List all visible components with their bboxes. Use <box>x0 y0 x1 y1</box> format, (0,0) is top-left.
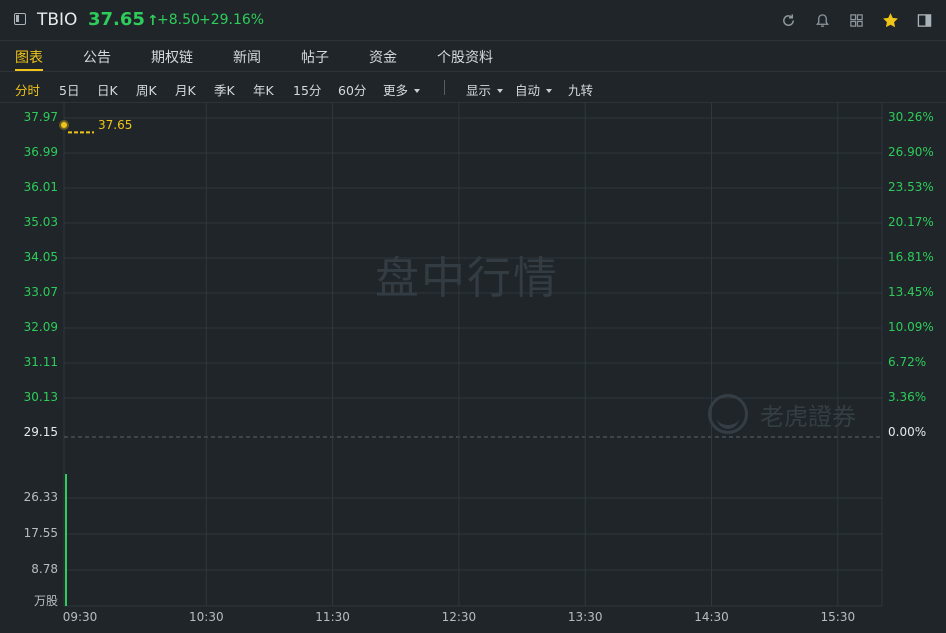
percent-tick-label: 16.81% <box>888 250 934 264</box>
price-tick-label: 29.15 <box>23 425 58 439</box>
percent-tick-label: 6.72% <box>888 355 927 369</box>
volume-tick-label: 8.78 <box>31 562 58 576</box>
price-tick-label: 32.09 <box>23 320 58 334</box>
volume-unit-label: 万股 <box>33 594 58 608</box>
price-tick-label: 36.01 <box>23 180 58 194</box>
tiger-logo-icon <box>708 394 748 434</box>
brand-watermark: 老虎證券 <box>708 394 856 434</box>
percent-tick-label: 3.36% <box>888 390 927 404</box>
percent-tick-label: 0.00% <box>888 425 927 439</box>
percent-tick-label: 26.90% <box>888 145 934 159</box>
current-price-label: 37.65 <box>98 118 133 132</box>
current-price-marker <box>61 122 67 128</box>
price-tick-label: 31.11 <box>23 355 58 369</box>
price-tick-label: 36.99 <box>23 145 58 159</box>
price-tick-label: 33.07 <box>23 285 58 299</box>
volume-tick-label: 17.55 <box>23 526 58 540</box>
chart-watermark: 盘中行情 <box>375 253 559 304</box>
time-tick-label: 14:30 <box>694 610 729 624</box>
percent-tick-label: 23.53% <box>888 180 934 194</box>
price-tick-label: 35.03 <box>23 215 58 229</box>
volume-tick-label: 26.33 <box>23 490 58 504</box>
time-tick-label: 11:30 <box>315 610 350 624</box>
price-tick-label: 34.05 <box>23 250 58 264</box>
percent-tick-label: 20.17% <box>888 215 934 229</box>
percent-tick-label: 13.45% <box>888 285 934 299</box>
brand-name: 老虎證券 <box>760 402 856 431</box>
price-tick-label: 30.13 <box>23 390 58 404</box>
time-tick-label: 10:30 <box>189 610 224 624</box>
time-tick-label: 13:30 <box>567 610 603 624</box>
time-tick-label: 15:30 <box>820 610 856 624</box>
percent-tick-label: 30.26% <box>888 110 934 124</box>
percent-tick-label: 10.09% <box>888 320 934 334</box>
intraday-chart[interactable] <box>0 0 946 633</box>
time-tick-label: 12:30 <box>441 610 477 624</box>
time-tick-label: 09:30 <box>62 610 98 624</box>
price-tick-label: 37.97 <box>23 110 58 124</box>
